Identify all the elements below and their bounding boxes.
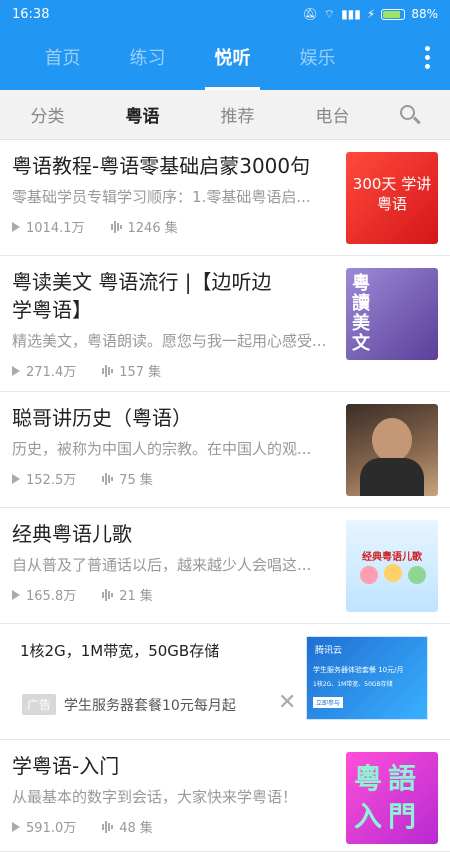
album-cover: 粵讀美文: [346, 268, 438, 360]
play-count-icon: [12, 821, 20, 832]
subtab-radio[interactable]: 电台: [285, 102, 380, 127]
episodes-icon: [102, 364, 114, 377]
item-desc: 精选美文，粤语朗读。愿您与我一起用心感受...: [12, 332, 327, 350]
play-count: 165.8万: [26, 589, 77, 604]
ad-banner[interactable]: 1核2G，1M带宽，50GB存储 广告 学生服务器套餐10元每月起 ✕ 腾讯云 …: [0, 624, 450, 740]
more-menu-icon[interactable]: [425, 46, 430, 69]
mute-icon: 🔕︎: [302, 7, 318, 21]
album-cover: 粵語入門: [346, 752, 438, 844]
episode-count: 157 集: [119, 365, 162, 380]
ad-tag: 广告: [22, 694, 57, 715]
list-item[interactable]: 聪哥讲历史（粤语） 历史，被称为中国人的宗教。在中国人的观... 152.5万 …: [0, 392, 450, 508]
search-icon[interactable]: [398, 103, 422, 127]
status-icons: 🔕︎ ⌔ ▮▮▮ ⚡︎ 88%: [303, 7, 438, 22]
sub-tabs: 分类 粤语 推荐 电台: [0, 90, 450, 140]
item-meta: 152.5万 75 集: [12, 469, 336, 488]
item-title: 经典粤语儿歌: [12, 522, 132, 546]
item-desc: 自从普及了普通话以后，越来越少人会唱这...: [12, 556, 312, 574]
episodes-icon: [102, 820, 114, 833]
episode-count: 48 集: [119, 821, 153, 836]
list-item[interactable]: 粤读美文 粤语流行 |【边听边学粤语】 精选美文，粤语朗读。愿您与我一起用心感受…: [0, 256, 450, 392]
list-item[interactable]: 学粤语-入门 从最基本的数字到会话，大家快来学粤语！ 591.0万 48 集 粵…: [0, 740, 450, 852]
episodes-icon: [102, 588, 114, 601]
item-desc: 历史，被称为中国人的宗教。在中国人的观...: [12, 440, 312, 458]
play-count: 591.0万: [26, 821, 77, 836]
album-cover: 300天 学讲粤语: [346, 152, 438, 244]
play-count: 152.5万: [26, 473, 77, 488]
close-icon[interactable]: ✕: [278, 690, 296, 715]
play-count-icon: [12, 473, 20, 484]
play-count-icon: [12, 589, 20, 600]
list-item[interactable]: 粤语教程-粤语零基础启蒙3000句 零基础学员专辑学习顺序：1.零基础粤语启..…: [0, 140, 450, 256]
tab-home[interactable]: 首页: [20, 28, 105, 90]
album-cover: [346, 404, 438, 496]
album-cover: 经典粤语儿歌: [346, 520, 438, 612]
battery-icon: [381, 8, 406, 20]
item-title: 粤读美文 粤语流行 |【边听边学粤语】: [12, 270, 272, 322]
signal-icon: ▮▮▮: [341, 7, 361, 21]
item-meta: 165.8万 21 集: [12, 585, 336, 604]
play-count-icon: [12, 221, 20, 232]
main-tabs: 首页 练习 悦听 娱乐: [0, 28, 450, 90]
episodes-icon: [110, 220, 122, 233]
episodes-icon: [102, 472, 114, 485]
ad-image: 腾讯云 学生服务器体验套餐 10元/月 1核2G、1M带宽、50GB存储 立即参…: [306, 636, 428, 720]
subtab-category[interactable]: 分类: [0, 102, 95, 127]
tab-listen[interactable]: 悦听: [190, 28, 275, 90]
item-meta: 271.4万 157 集: [12, 361, 336, 380]
app-header: 16:38 🔕︎ ⌔ ▮▮▮ ⚡︎ 88% 首页 练习 悦听 娱乐: [0, 0, 450, 90]
ad-desc: 学生服务器套餐10元每月起: [64, 697, 236, 714]
item-title: 粤语教程-粤语零基础启蒙3000句: [12, 154, 311, 178]
tab-practice[interactable]: 练习: [105, 28, 190, 90]
play-count: 271.4万: [26, 365, 77, 380]
play-count-icon: [12, 365, 20, 376]
wifi-icon: ⌔: [323, 6, 336, 21]
item-meta: 591.0万 48 集: [12, 817, 336, 836]
tab-entertainment[interactable]: 娱乐: [275, 28, 360, 90]
item-title: 聪哥讲历史（粤语）: [12, 406, 192, 430]
charging-icon: ⚡︎: [366, 7, 376, 21]
subtab-cantonese[interactable]: 粤语: [95, 102, 190, 127]
ad-footer: 广告 学生服务器套餐10元每月起: [22, 694, 236, 715]
episode-count: 75 集: [119, 473, 153, 488]
battery-level: 88%: [411, 7, 438, 21]
clock: 16:38: [12, 6, 50, 22]
list-item[interactable]: 经典粤语儿歌 自从普及了普通话以后，越来越少人会唱这... 165.8万 21 …: [0, 508, 450, 624]
status-bar: 16:38 🔕︎ ⌔ ▮▮▮ ⚡︎ 88%: [0, 0, 450, 28]
item-desc: 零基础学员专辑学习顺序：1.零基础粤语启...: [12, 188, 311, 206]
subtab-recommend[interactable]: 推荐: [190, 102, 285, 127]
item-meta: 1014.1万 1246 集: [12, 217, 336, 236]
item-title: 学粤语-入门: [12, 754, 120, 778]
play-count: 1014.1万: [26, 221, 85, 236]
episode-count: 21 集: [119, 589, 153, 604]
episode-count: 1246 集: [127, 221, 178, 236]
item-desc: 从最基本的数字到会话，大家快来学粤语！: [12, 788, 298, 806]
